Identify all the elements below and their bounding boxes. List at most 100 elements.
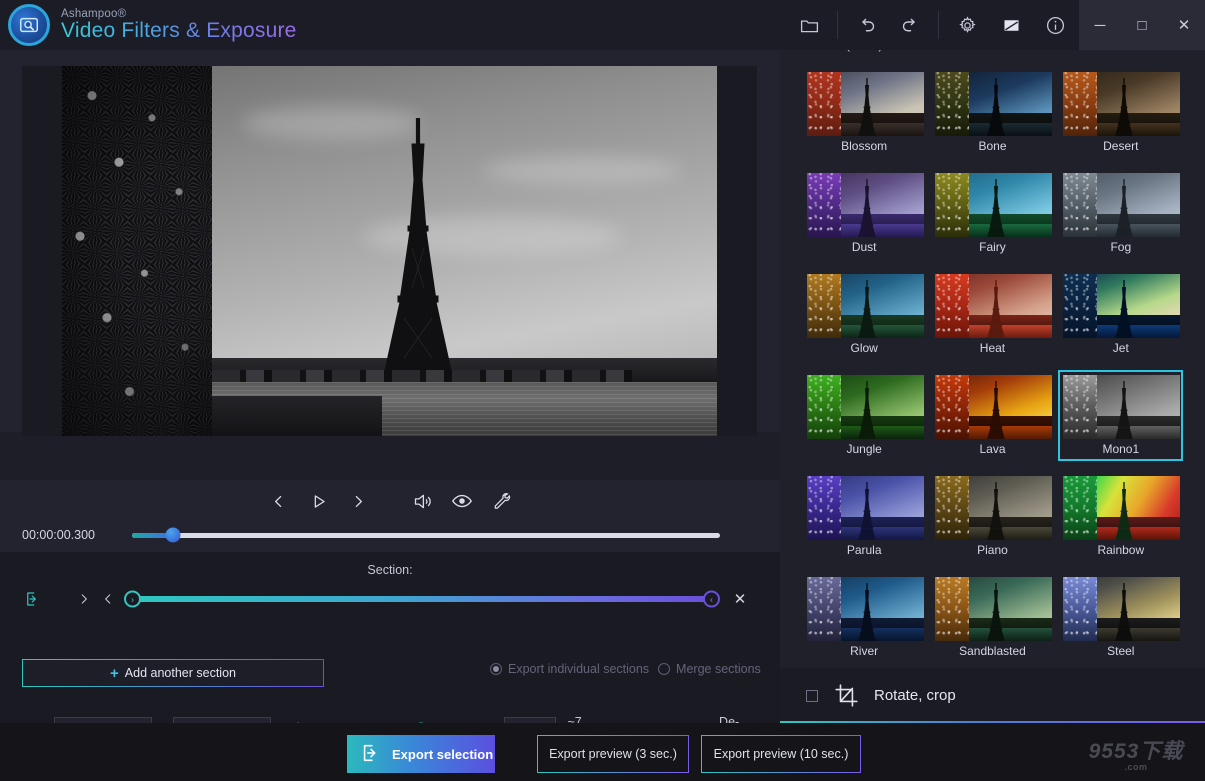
- redo-button[interactable]: [888, 0, 932, 50]
- settings-button[interactable]: [945, 0, 989, 50]
- application-window: Ashampoo® Video Filters & Exposure: [0, 0, 1205, 781]
- merge-sections-radio[interactable]: Merge sections: [658, 662, 761, 676]
- thumb-trees: [1063, 577, 1097, 641]
- filter-cell-piano[interactable]: Piano: [930, 471, 1055, 562]
- thumb-eiffel-tower-icon: [852, 280, 882, 338]
- filter-cell-fairy[interactable]: Fairy: [930, 168, 1055, 259]
- filter-cell-autumn[interactable]: Autumn: [1058, 50, 1183, 57]
- volume-button[interactable]: [407, 486, 437, 516]
- thumb-eiffel-tower-icon: [981, 280, 1011, 338]
- play-button[interactable]: [303, 486, 333, 516]
- radio-unselected-icon: [658, 663, 670, 675]
- export-preview-3sec-button[interactable]: Export preview (3 sec.): [537, 735, 689, 773]
- filters-panel: (None) 365 Autumn: [780, 50, 1205, 723]
- thumb-eiffel-tower-icon: [1109, 381, 1139, 439]
- section-next-button[interactable]: [72, 586, 96, 612]
- toolbar: [787, 0, 1077, 50]
- video-canvas[interactable]: [22, 66, 757, 436]
- add-another-section-button[interactable]: + Add another section: [22, 659, 324, 687]
- eiffel-tower-icon: [358, 118, 478, 386]
- filter-thumbnail: [1063, 274, 1180, 338]
- export-preview-10sec-button[interactable]: Export preview (10 sec.): [701, 735, 861, 773]
- filter-thumbnail: [1063, 173, 1180, 237]
- filter-label: Lava: [935, 442, 1050, 457]
- filter-cell-lava[interactable]: Lava: [930, 370, 1055, 461]
- filter-cell-dust[interactable]: Dust: [802, 168, 927, 259]
- filter-cell-blossom[interactable]: Blossom: [802, 67, 927, 158]
- filters-scroll-area[interactable]: (None) 365 Autumn: [780, 50, 1205, 668]
- seek-slider-handle[interactable]: [166, 528, 181, 543]
- section-prev-button[interactable]: [96, 586, 120, 612]
- filter-cell-glow[interactable]: Glow: [802, 269, 927, 360]
- filter-thumbnail: [1063, 375, 1180, 439]
- maximize-button[interactable]: □: [1121, 0, 1163, 50]
- watermark-main: 9553下载: [1089, 741, 1184, 762]
- thumb-trees: [935, 173, 969, 237]
- export-selection-button[interactable]: Export selection: [347, 735, 495, 773]
- filter-cell-rainbow[interactable]: Rainbow: [1058, 471, 1183, 562]
- filter-label: Heat: [935, 341, 1050, 356]
- thumb-eiffel-tower-icon: [1109, 280, 1139, 338]
- thumb-eiffel-tower-icon: [981, 179, 1011, 237]
- filter-label: Mono1: [1063, 442, 1178, 457]
- levels-curve-button[interactable]: [989, 0, 1033, 50]
- remove-section-button[interactable]: ✕: [726, 586, 754, 612]
- thumb-trees: [807, 173, 841, 237]
- section-start-handle[interactable]: ›: [124, 591, 141, 608]
- filter-thumbnail: [935, 375, 1052, 439]
- filter-cell-fog[interactable]: Fog: [1058, 168, 1183, 259]
- rotate-crop-row[interactable]: Rotate, crop: [780, 668, 1205, 723]
- info-button[interactable]: [1033, 0, 1077, 50]
- undo-button[interactable]: [844, 0, 888, 50]
- export-section-icon[interactable]: [22, 588, 44, 610]
- filter-thumbnail: [807, 173, 924, 237]
- filter-cell-365[interactable]: 365: [930, 50, 1055, 57]
- filter-cell-parula[interactable]: Parula: [802, 471, 927, 562]
- preview-toggle-button[interactable]: [447, 486, 477, 516]
- thumb-eiffel-tower-icon: [981, 78, 1011, 136]
- export-individual-sections-radio[interactable]: Export individual sections: [490, 662, 649, 676]
- next-frame-button[interactable]: [343, 486, 373, 516]
- filter-label: Rainbow: [1063, 543, 1178, 558]
- video-preview-panel: [0, 50, 780, 432]
- toolbar-divider-2: [938, 11, 939, 39]
- filter-cell-jet[interactable]: Jet: [1058, 269, 1183, 360]
- filter-cell-heat[interactable]: Heat: [930, 269, 1055, 360]
- filter-thumbnail: [935, 577, 1052, 641]
- filter-cell-mono1[interactable]: Mono1: [1058, 370, 1183, 461]
- filter-label: Bone: [935, 139, 1050, 154]
- thumb-eiffel-tower-icon: [852, 583, 882, 641]
- filter-cell-sandblasted[interactable]: Sandblasted: [930, 572, 1055, 663]
- filter-label: Jet: [1063, 341, 1178, 356]
- filter-cell-bone[interactable]: Bone: [930, 67, 1055, 158]
- rotate-crop-checkbox[interactable]: [806, 690, 818, 702]
- crop-icon: [834, 683, 860, 709]
- filter-label: Parula: [807, 543, 922, 558]
- filters-grid: (None) 365 Autumn: [780, 50, 1205, 668]
- section-range-slider[interactable]: › ‹: [124, 589, 720, 609]
- close-button[interactable]: ✕: [1163, 0, 1205, 50]
- thumb-trees: [807, 375, 841, 439]
- filter-label: Dust: [807, 240, 922, 255]
- open-folder-button[interactable]: [787, 0, 831, 50]
- previous-frame-button[interactable]: [263, 486, 293, 516]
- thumb-trees: [935, 72, 969, 136]
- section-end-handle[interactable]: ‹: [703, 591, 720, 608]
- filter-cell-jungle[interactable]: Jungle: [802, 370, 927, 461]
- filter-cell-desert[interactable]: Desert: [1058, 67, 1183, 158]
- timeline-row: 00:00:00.300: [0, 518, 780, 552]
- watermark-sub: .com: [1124, 762, 1147, 772]
- filter-label: (None): [807, 50, 922, 53]
- timecode-label: 00:00:00.300: [22, 528, 122, 542]
- title-bar: Ashampoo® Video Filters & Exposure: [0, 0, 1205, 50]
- filter-label: Steel: [1063, 644, 1178, 659]
- filter-cell-steel[interactable]: Steel: [1058, 572, 1183, 663]
- filter-cell-none[interactable]: (None): [802, 50, 927, 57]
- tools-button[interactable]: [487, 486, 517, 516]
- filter-thumbnail: [935, 173, 1052, 237]
- filter-cell-river[interactable]: River: [802, 572, 927, 663]
- thumb-trees: [1063, 274, 1097, 338]
- minimize-button[interactable]: ─: [1079, 0, 1121, 50]
- seek-slider[interactable]: [132, 533, 720, 538]
- thumb-eiffel-tower-icon: [1109, 583, 1139, 641]
